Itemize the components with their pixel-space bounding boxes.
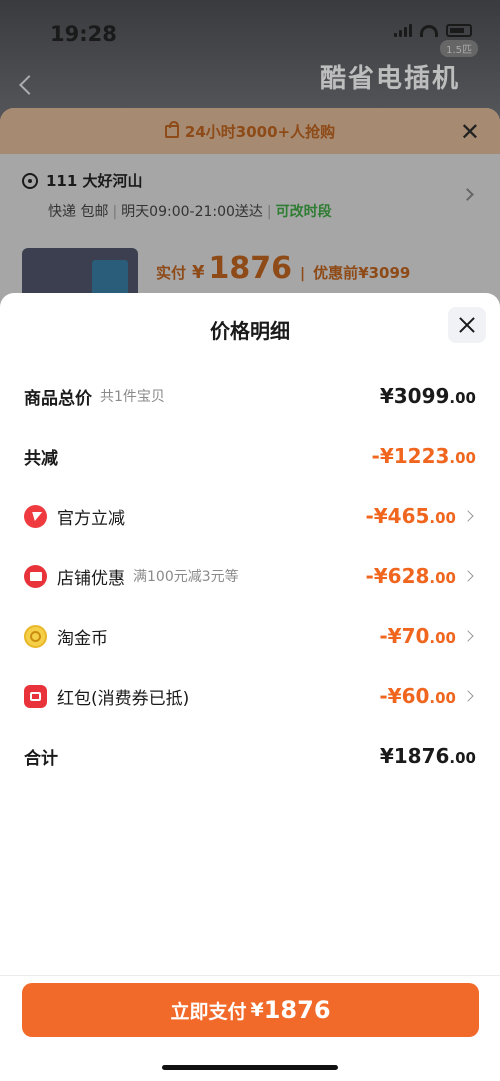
footer-divider: [0, 975, 500, 976]
status-time: 19:28: [50, 22, 117, 46]
row-total-reduction: 共减 -¥1223 .00: [24, 436, 476, 476]
pay-button-currency: ¥: [250, 999, 264, 1021]
lightning-icon: [24, 504, 47, 528]
address-label: 111 大好河山: [46, 172, 143, 190]
pay-button-amount: 1876: [263, 996, 331, 1024]
delivery-changeable: 可改时段: [275, 204, 332, 220]
chevron-right-icon: [462, 570, 474, 582]
paid-amount: 1876: [208, 251, 293, 286]
row-label: 店铺优惠: [57, 568, 125, 589]
product-page-backdrop: 19:28 1.5匹 酷省电插机: [0, 0, 500, 120]
row-amount: -¥1223 .00: [371, 444, 476, 468]
row-sub-label: 满100元减3元等: [133, 569, 239, 585]
paid-label: 实付: [156, 264, 187, 282]
shopping-bag-icon: [164, 120, 179, 138]
row-amount: ¥1876 .00: [379, 744, 476, 768]
row-label: 红包(消费券已抵): [57, 688, 190, 709]
signal-icon: [394, 24, 412, 37]
row-store-discount[interactable]: 店铺优惠 满100元减3元等 -¥628 .00: [24, 556, 476, 596]
delivery-time: 明天09:00-21:00送达: [121, 204, 263, 220]
promo-banner: 24小时3000+人抢购: [0, 108, 500, 154]
store-icon: [24, 564, 47, 588]
row-sub-label: 共1件宝贝: [100, 389, 165, 405]
close-button[interactable]: [448, 307, 486, 343]
row-label: 淘金币: [57, 628, 108, 649]
chevron-right-icon: [462, 630, 474, 642]
row-amount: -¥628 .00: [365, 564, 456, 588]
back-arrow-icon[interactable]: [19, 75, 39, 95]
chevron-right-icon: [462, 510, 474, 522]
row-goods-total: 商品总价 共1件宝贝 ¥3099 .00: [24, 376, 476, 416]
delivery-info: 快递 包邮 | 明天09:00-21:00送达 | 可改时段: [48, 204, 332, 220]
wifi-icon: [420, 24, 438, 37]
row-amount: -¥60 .00: [379, 684, 456, 708]
delivery-fee: 包邮: [80, 204, 109, 220]
row-label: 共减: [24, 448, 58, 469]
status-icons: [394, 24, 472, 37]
location-icon: [22, 172, 38, 189]
home-indicator[interactable]: [162, 1065, 338, 1070]
product-title-bg: 酷省电插机: [319, 64, 460, 94]
row-red-envelope[interactable]: 红包(消费券已抵) -¥60 .00: [24, 676, 476, 716]
row-grand-total: 合计 ¥1876 .00: [24, 736, 476, 776]
close-icon: [459, 317, 475, 333]
row-label: 合计: [24, 748, 58, 769]
paid-currency: ¥: [192, 262, 205, 283]
row-amount: ¥3099 .00: [379, 384, 476, 408]
row-label: 商品总价: [24, 388, 92, 409]
promo-text: 24小时3000+人抢购: [184, 122, 336, 141]
chevron-right-icon: [462, 690, 474, 702]
chevron-right-icon: [461, 188, 474, 201]
pay-button-label: 立即支付: [170, 1000, 247, 1023]
row-coin-discount[interactable]: 淘金币 -¥70 .00: [24, 616, 476, 656]
price-detail-sheet: 价格明细 商品总价 共1件宝贝 ¥3099 .00 共减 -¥1223 .00 …: [0, 293, 500, 1081]
row-label: 官方立减: [57, 508, 125, 529]
original-price: ¥3099: [358, 264, 411, 282]
row-amount: -¥465 .00: [365, 504, 456, 528]
coin-icon: [24, 624, 47, 648]
row-official-discount[interactable]: 官方立减 -¥465 .00: [24, 496, 476, 536]
delivery-type: 快递: [48, 204, 76, 220]
price-summary: 实付 ¥ 1876 | 优惠前 ¥3099: [156, 251, 411, 286]
product-badge: 1.5匹: [440, 40, 478, 57]
order-sheet-close-icon[interactable]: ✕: [460, 118, 480, 146]
pay-now-button[interactable]: 立即支付 ¥ 1876: [22, 983, 479, 1037]
red-envelope-icon: [24, 684, 47, 708]
original-label: 优惠前: [313, 264, 359, 282]
sheet-title: 价格明细: [210, 319, 290, 343]
row-amount: -¥70 .00: [379, 624, 456, 648]
battery-icon: [446, 24, 472, 37]
address-row[interactable]: 111 大好河山: [22, 170, 143, 191]
